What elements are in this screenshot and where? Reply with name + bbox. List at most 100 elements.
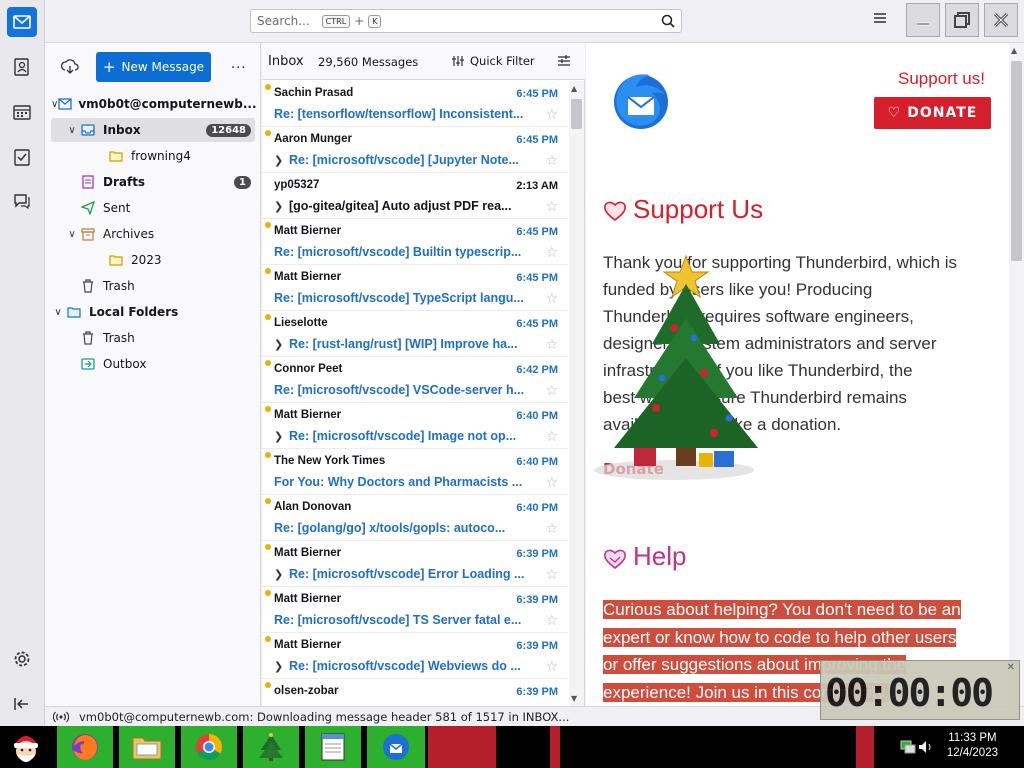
- stopwatch-overlay: ✕ 00:00:00: [820, 660, 1020, 720]
- taskbar-thunderbird[interactable]: [367, 726, 425, 768]
- donate-button[interactable]: ♡ DONATE: [874, 97, 991, 129]
- message-row[interactable]: Matt Bierner 6:45 PM Re: [microsoft/vscode…: [262, 265, 568, 311]
- star-icon[interactable]: ☆: [545, 199, 558, 215]
- chevron-down-icon[interactable]: ∨: [51, 99, 58, 110]
- message-list-scrollbar[interactable]: ▲ ▼: [569, 81, 584, 706]
- online-status-icon[interactable]: [53, 711, 69, 723]
- message-row[interactable]: Alan Donovan 6:40 PM Re: [golang/go] x/too…: [262, 495, 568, 541]
- star-icon[interactable]: ☆: [545, 291, 558, 307]
- star-icon[interactable]: ☆: [545, 153, 558, 169]
- minimize-button[interactable]: [906, 3, 940, 37]
- thread-expand-icon[interactable]: ❯: [274, 430, 283, 443]
- message-sender: Matt Bierner: [274, 639, 342, 651]
- reader-scrollbar[interactable]: ▲: [1009, 43, 1024, 706]
- message-row[interactable]: yp05327 2:13 AM ❯ [go-gitea/gitea] Auto adj…: [262, 173, 568, 219]
- message-row[interactable]: Lieselotte 6:45 PM ❯ Re: [rust-lang/rust] […: [262, 311, 568, 357]
- chevron-down-icon[interactable]: ∨: [51, 307, 65, 318]
- search-input[interactable]: Search... CTRL + K: [250, 9, 682, 33]
- star-icon[interactable]: ☆: [545, 475, 558, 491]
- star-icon[interactable]: ☆: [545, 337, 558, 353]
- thunderbird-logo: [614, 74, 668, 129]
- scroll-down-arrow-icon[interactable]: ▼: [571, 694, 577, 703]
- taskbar-tree-app[interactable]: [243, 726, 299, 768]
- taskbar-empty-slot[interactable]: [428, 726, 496, 768]
- account-row[interactable]: ∨ vm0b0t@computernewb...: [51, 92, 257, 116]
- start-button[interactable]: [0, 726, 52, 768]
- sent-icon: [79, 201, 97, 215]
- thread-expand-icon[interactable]: ❯: [274, 660, 283, 673]
- message-row[interactable]: Sachin Prasad 6:45 PM Re: [tensorflow/tens…: [262, 81, 568, 127]
- app-menu-button[interactable]: [873, 12, 887, 27]
- plus-icon: +: [102, 58, 116, 76]
- folder-label: Trash: [103, 279, 135, 293]
- local-folders-row[interactable]: ∨ Local Folders: [51, 300, 255, 324]
- folder-drafts[interactable]: Drafts 1: [51, 170, 255, 194]
- taskbar-notepad[interactable]: [305, 726, 361, 768]
- new-message-button[interactable]: + New Message: [96, 52, 211, 82]
- folder-archives[interactable]: ∨ Archives: [51, 222, 255, 246]
- settings-button[interactable]: [7, 644, 37, 674]
- folder-pane-more-button[interactable]: ...: [231, 57, 246, 72]
- message-row[interactable]: Matt Bierner 6:39 PM ❯ Re: [microsoft/vscod…: [262, 633, 568, 679]
- star-icon[interactable]: ☆: [545, 245, 558, 261]
- folder-outbox[interactable]: Outbox: [51, 352, 255, 376]
- outbox-icon: [79, 358, 97, 370]
- taskbar-chrome[interactable]: [181, 726, 237, 768]
- get-messages-icon[interactable]: [61, 59, 79, 75]
- star-icon[interactable]: ☆: [545, 659, 558, 675]
- thread-expand-icon[interactable]: ❯: [274, 338, 283, 351]
- unread-count-badge: 12648: [206, 123, 251, 137]
- restore-button[interactable]: [945, 3, 979, 37]
- scroll-up-arrow-icon[interactable]: ▲: [571, 84, 577, 93]
- thread-expand-icon[interactable]: ❯: [274, 200, 283, 213]
- message-sender: yp05327: [274, 179, 320, 191]
- thread-expand-icon[interactable]: ❯: [274, 568, 283, 581]
- message-row[interactable]: The New York Times 6:40 PM For You: Why Do…: [262, 449, 568, 495]
- message-row[interactable]: Aaron Munger 6:45 PM ❯ Re: [microsoft/vscod…: [262, 127, 568, 173]
- chat-button[interactable]: [7, 186, 37, 216]
- chevron-down-icon[interactable]: ∨: [65, 229, 79, 240]
- message-sender: Alan Donovan: [274, 501, 352, 513]
- collapse-spaces-button[interactable]: [7, 689, 37, 719]
- message-row[interactable]: Matt Bierner 6:45 PM Re: [microsoft/vscode…: [262, 219, 568, 265]
- chevron-down-icon[interactable]: ∨: [65, 125, 79, 136]
- system-tray[interactable]: [892, 726, 942, 768]
- star-icon[interactable]: ☆: [545, 567, 558, 583]
- message-time: 6:42 PM: [516, 364, 558, 376]
- heart-icon: ♡: [887, 105, 902, 121]
- taskbar-firefox[interactable]: [57, 726, 113, 768]
- folder-frowning4[interactable]: frowning4: [51, 144, 255, 168]
- calendar-button[interactable]: [7, 97, 37, 127]
- timer-close-icon[interactable]: ✕: [1007, 662, 1015, 673]
- tasks-button[interactable]: [7, 142, 37, 172]
- message-row[interactable]: Matt Bierner 6:40 PM ❯ Re: [microsoft/vscod…: [262, 403, 568, 449]
- star-icon[interactable]: ☆: [545, 613, 558, 629]
- message-row[interactable]: Matt Bierner 6:39 PM Re: [microsoft/vscode…: [262, 587, 568, 633]
- folder-icon: [107, 150, 125, 162]
- folder-local-trash[interactable]: Trash: [51, 326, 255, 350]
- star-icon[interactable]: ☆: [545, 429, 558, 445]
- reader-scrollbar-thumb[interactable]: [1011, 61, 1022, 261]
- message-row[interactable]: Connor Peet 6:42 PM Re: [microsoft/vscode]…: [262, 357, 568, 403]
- scrollbar-thumb[interactable]: [571, 99, 582, 129]
- mail-space-button[interactable]: [7, 7, 37, 37]
- star-icon[interactable]: ☆: [545, 107, 558, 123]
- close-button[interactable]: [984, 3, 1018, 37]
- taskbar-clock[interactable]: 11:33 PM 12/4/2023: [947, 731, 998, 761]
- star-icon[interactable]: ☆: [545, 521, 558, 537]
- folder-inbox[interactable]: ∨ Inbox 12648: [51, 118, 255, 142]
- taskbar-file-explorer[interactable]: [119, 726, 175, 768]
- message-row[interactable]: Matt Bierner 6:39 PM ❯ Re: [microsoft/vscod…: [262, 541, 568, 587]
- star-icon[interactable]: ☆: [545, 383, 558, 399]
- list-display-options-icon[interactable]: [557, 54, 571, 68]
- thread-expand-icon[interactable]: ❯: [274, 154, 283, 167]
- support-us-link[interactable]: Support us!: [898, 69, 985, 89]
- scroll-up-arrow-icon[interactable]: ▲: [1011, 46, 1017, 55]
- folder-2023[interactable]: 2023: [51, 248, 255, 272]
- folder-trash[interactable]: Trash: [51, 274, 255, 298]
- quick-filter-button[interactable]: Quick Filter: [452, 54, 535, 68]
- folder-label: Outbox: [103, 357, 147, 371]
- message-sender: Lieselotte: [274, 317, 328, 329]
- address-book-button[interactable]: [7, 52, 37, 82]
- folder-sent[interactable]: Sent: [51, 196, 255, 220]
